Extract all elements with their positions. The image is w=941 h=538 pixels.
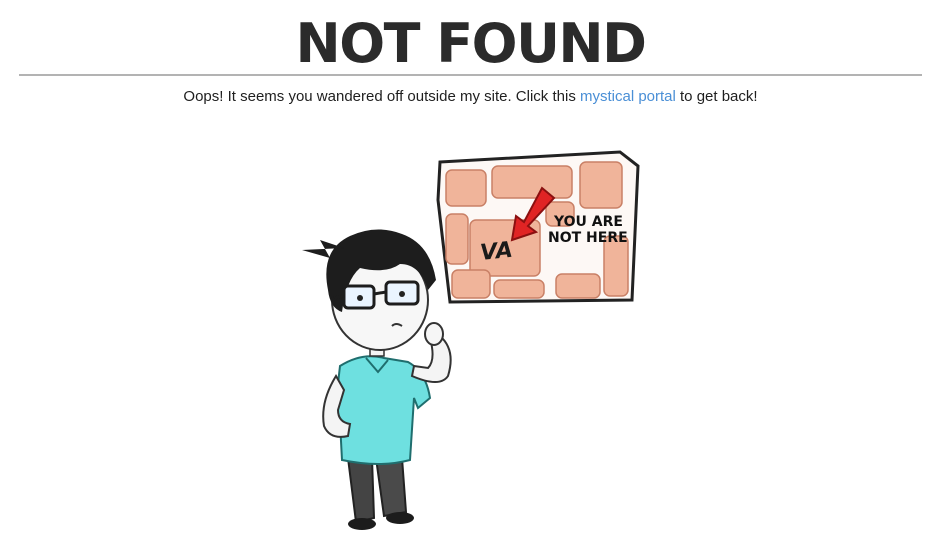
mystical-portal-link[interactable]: mystical portal bbox=[580, 88, 676, 105]
map-image: VA YOU ARE NOT HERE bbox=[436, 150, 640, 304]
lost-character-illustration: VA YOU ARE NOT HERE bbox=[280, 140, 660, 535]
confused-character bbox=[302, 229, 452, 530]
map-logo: VA bbox=[479, 238, 514, 266]
page-title: NOT FOUND bbox=[295, 12, 647, 75]
error-message: Oops! It seems you wandered off outside … bbox=[0, 87, 941, 107]
message-text-before: Oops! It seems you wandered off outside … bbox=[183, 88, 580, 105]
message-text-after: to get back! bbox=[675, 88, 758, 105]
map-label-line1: YOU ARE bbox=[553, 214, 623, 230]
map-label-line2: NOT HERE bbox=[548, 230, 628, 246]
title-divider bbox=[19, 74, 922, 76]
